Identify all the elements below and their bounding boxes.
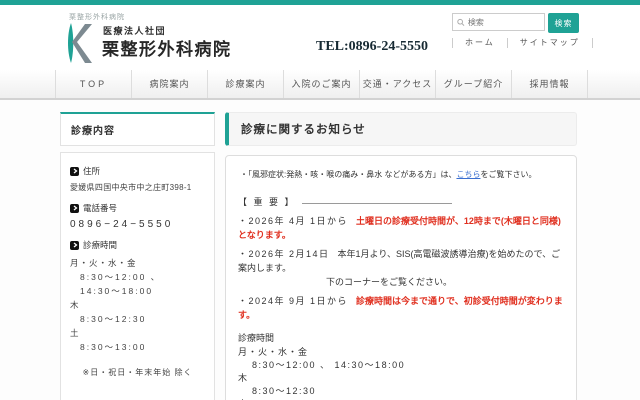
nav-item-access[interactable]: 交通・アクセス <box>359 70 435 98</box>
nav-item-group[interactable]: グループ紹介 <box>435 70 511 98</box>
link-sitemap[interactable]: サイトマップ <box>508 37 592 48</box>
sidebar-closed-note: ※日・祝日・年末年始 除く <box>70 367 205 378</box>
search-button[interactable]: 検索 <box>548 13 579 33</box>
header-phone: TEL:0896-24-5550 <box>316 39 428 55</box>
hours-line: 月・火・水・金 <box>70 256 205 270</box>
hours-heading: 診療時間 <box>238 332 564 346</box>
notice-item: ・2024年 9月 1日から診療時間は今まで通りで、初診受付時間が変わります。 <box>238 295 564 323</box>
sidebar-tel-label: 電話番号 <box>70 202 205 214</box>
main-hours: 月・火・水・金 8:30〜12:00 、 14:30〜18:00 木 8:30〜… <box>238 346 564 400</box>
sidebar-address-label: 住所 <box>70 165 205 177</box>
utility-links: ホーム サイトマップ <box>452 37 593 48</box>
search-icon <box>457 18 465 27</box>
main-nav: TOP 病院案内 診療案内 入院のご案内 交通・アクセス グループ紹介 採用情報 <box>0 70 640 100</box>
main-content: 診療に関するお知らせ ・「風邪症状:発熱・咳・喉の痛み・鼻水 などがある方」は、… <box>225 112 577 400</box>
hours-line: 月・火・水・金 <box>238 346 564 359</box>
divider <box>302 203 452 204</box>
hours-line: 木 <box>238 372 564 385</box>
kochira-link[interactable]: こちら <box>456 170 480 179</box>
arrow-bullet-icon <box>70 241 79 250</box>
page: 栗整形外科病院 医療法人社団 栗整形外科病院 TEL:0896-24-5550 … <box>0 0 640 400</box>
link-home[interactable]: ホーム <box>453 37 507 48</box>
important-heading: 【 重 要 】 <box>238 196 564 210</box>
arrow-bullet-icon <box>70 167 79 176</box>
cold-symptom-notice: ・「風邪症状:発熱・咳・喉の痛み・鼻水 などがある方」は、こちらをご覧下さい。 <box>240 169 564 181</box>
page-title: 診療に関するお知らせ <box>225 112 577 146</box>
hours-line: 8:30〜12:00 、 14:30〜18:00 <box>238 359 564 372</box>
nav-item-recruit[interactable]: 採用情報 <box>511 70 588 98</box>
notice-item: ・2026年 2月14日本年1月より、SIS(高電磁波誘導治療)を始めたので、ご… <box>238 248 564 290</box>
arrow-bullet-icon <box>70 204 79 213</box>
hours-line: 土 <box>70 326 205 340</box>
sidebar: 診療内容 住所 愛媛県四国中央市中之庄町398-1 電話番号 0896−24−5… <box>60 112 215 400</box>
hospital-logo-icon <box>64 22 96 64</box>
sidebar-info-box: 住所 愛媛県四国中央市中之庄町398-1 電話番号 0896−24−5550 診… <box>60 152 215 400</box>
hours-line: 8:30〜12:00 、 <box>70 270 205 284</box>
brand-small-label: 栗整形外科病院 <box>69 12 125 22</box>
sidebar-phone: 0896−24−5550 <box>70 219 205 230</box>
hours-line: 8:30〜13:00 <box>70 340 205 354</box>
sidebar-address: 愛媛県四国中央市中之庄町398-1 <box>70 182 205 193</box>
hours-line: 木 <box>70 298 205 312</box>
search-input[interactable] <box>468 18 540 27</box>
search-box <box>452 13 545 31</box>
nav-item-top[interactable]: TOP <box>55 70 131 98</box>
nav-item-admission[interactable]: 入院のご案内 <box>283 70 359 98</box>
brand-name[interactable]: 栗整形外科病院 <box>102 35 232 60</box>
hours-line: 14:30〜18:00 <box>70 284 205 298</box>
sidebar-hours-label: 診療時間 <box>70 239 205 251</box>
notice-box: ・「風邪症状:発熱・咳・喉の痛み・鼻水 などがある方」は、こちらをご覧下さい。 … <box>225 155 577 400</box>
hours-line: 8:30〜12:30 <box>70 312 205 326</box>
hours-line: 8:30〜12:30 <box>238 385 564 398</box>
notice-item: ・2026年 4月 1日から土曜日の診療受付時間が、12時まで(木曜日と同様)と… <box>238 215 564 243</box>
nav-item-medical-guide[interactable]: 診療案内 <box>207 70 283 98</box>
sidebar-hours: 月・火・水・金 8:30〜12:00 、 14:30〜18:00 木 8:30〜… <box>70 256 205 354</box>
nav-item-hospital-guide[interactable]: 病院案内 <box>131 70 207 98</box>
sidebar-title[interactable]: 診療内容 <box>60 112 215 146</box>
divider <box>592 38 593 48</box>
site-header: 栗整形外科病院 医療法人社団 栗整形外科病院 TEL:0896-24-5550 … <box>0 5 640 70</box>
